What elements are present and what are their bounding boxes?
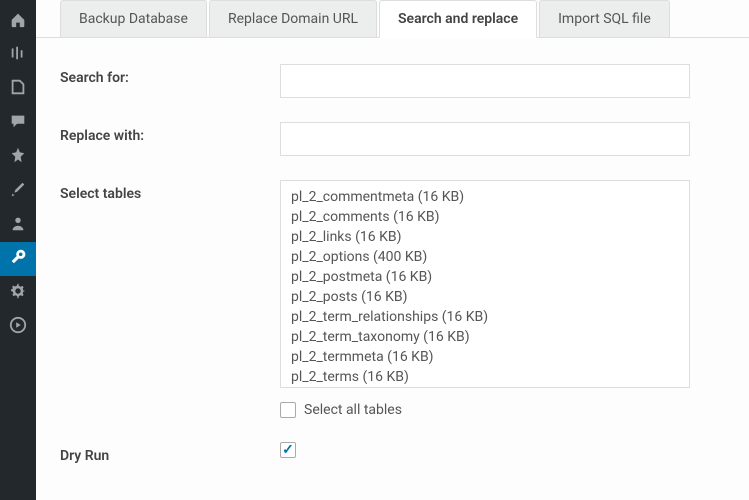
- sidebar-item-posts[interactable]: [0, 140, 36, 174]
- comment-icon: [9, 112, 27, 134]
- admin-sidebar: [0, 0, 36, 500]
- sidebar-item-dashboard[interactable]: [0, 4, 36, 38]
- brush-icon: [9, 180, 27, 202]
- select-all-label: Select all tables: [304, 402, 402, 418]
- dry-run-checkbox[interactable]: [280, 442, 296, 458]
- pages-icon: [9, 78, 27, 100]
- sidebar-item-appearance[interactable]: [0, 174, 36, 208]
- wrench-icon: [9, 248, 27, 270]
- table-option[interactable]: pl_2_terms (16 KB): [291, 367, 679, 387]
- user-icon: [9, 214, 27, 236]
- sidebar-item-pages[interactable]: [0, 72, 36, 106]
- tab-search-and-replace[interactable]: Search and replace: [379, 0, 537, 38]
- table-option[interactable]: pl_2_options (400 KB): [291, 247, 679, 267]
- sidebar-item-comments[interactable]: [0, 106, 36, 140]
- replace-with-input[interactable]: [280, 122, 690, 156]
- search-for-label: Search for:: [60, 64, 280, 86]
- table-option[interactable]: pl_2_links (16 KB): [291, 227, 679, 247]
- search-for-input[interactable]: [280, 64, 690, 98]
- play-icon: [9, 316, 27, 338]
- pin-icon: [9, 146, 27, 168]
- sliders-icon: [9, 44, 27, 66]
- sidebar-item-general[interactable]: [0, 276, 36, 310]
- replace-with-label: Replace with:: [60, 122, 280, 144]
- select-tables-label: Select tables: [60, 180, 280, 202]
- table-option[interactable]: pl_2_term_relationships (16 KB): [291, 307, 679, 327]
- select-all-checkbox[interactable]: [280, 402, 296, 418]
- table-option[interactable]: pl_2_postmeta (16 KB): [291, 267, 679, 287]
- tab-backup-database[interactable]: Backup Database: [60, 0, 207, 37]
- table-option[interactable]: pl_2_commentmeta (16 KB): [291, 187, 679, 207]
- sidebar-item-media[interactable]: [0, 310, 36, 344]
- dry-run-label: Dry Run: [60, 442, 280, 464]
- table-option[interactable]: pl_2_posts (16 KB): [291, 287, 679, 307]
- sidebar-item-users[interactable]: [0, 208, 36, 242]
- tables-listbox[interactable]: pl_2_commentmeta (16 KB)pl_2_comments (1…: [280, 180, 690, 388]
- table-option[interactable]: pl_2_comments (16 KB): [291, 207, 679, 227]
- main-content: Backup DatabaseReplace Domain URLSearch …: [36, 0, 749, 500]
- tab-bar: Backup DatabaseReplace Domain URLSearch …: [36, 0, 749, 38]
- tab-import-sql-file[interactable]: Import SQL file: [539, 0, 670, 37]
- table-option[interactable]: pl_2_term_taxonomy (16 KB): [291, 327, 679, 347]
- sidebar-item-settings[interactable]: [0, 38, 36, 72]
- tab-replace-domain-url[interactable]: Replace Domain URL: [209, 0, 377, 37]
- sidebar-item-tools[interactable]: [0, 242, 36, 276]
- gear-icon: [9, 282, 27, 304]
- table-option[interactable]: pl_2_termmeta (16 KB): [291, 347, 679, 367]
- dashboard-icon: [9, 10, 27, 32]
